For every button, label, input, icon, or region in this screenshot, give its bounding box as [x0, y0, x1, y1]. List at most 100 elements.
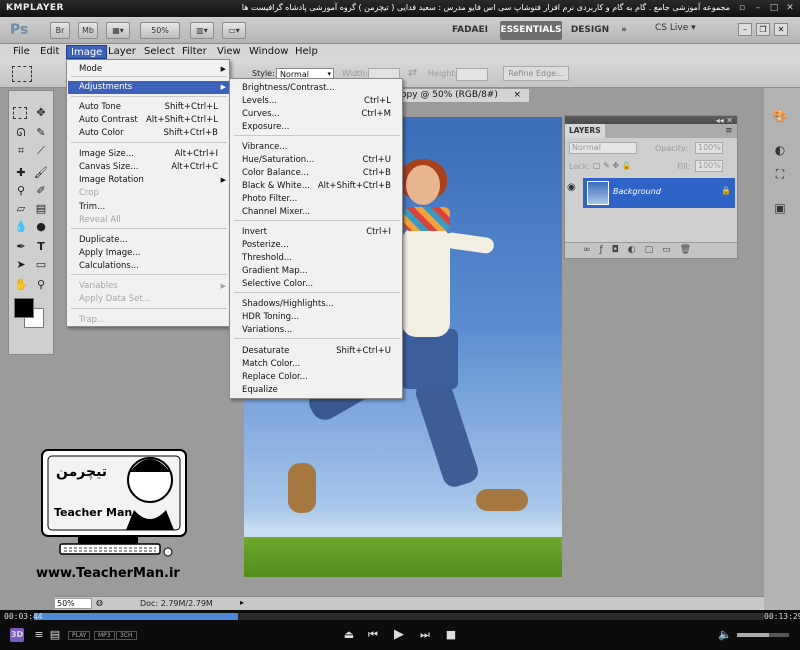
arrange-documents-button[interactable]: ▥▾	[190, 22, 214, 39]
foreground-color-overlay[interactable]	[14, 298, 34, 318]
volume-icon[interactable]: 🔈	[718, 628, 732, 642]
kmp-minimize-icon[interactable]: –	[752, 3, 764, 14]
menu-file[interactable]: File	[9, 45, 34, 59]
next-icon[interactable]: ⏭	[418, 628, 432, 642]
menu-select[interactable]: Select	[140, 45, 179, 59]
layer-footer-icons[interactable]: ∞ƒ◘◐▢▭🗑	[583, 245, 700, 255]
document-close-icon[interactable]: ×	[513, 89, 521, 102]
image-menu-item-image-rotation[interactable]: Image Rotation ▶	[68, 174, 230, 187]
workspace-more-button[interactable]: »	[614, 21, 634, 40]
volume-slider[interactable]	[737, 633, 789, 637]
screen-mode-button[interactable]: ▭▾	[222, 22, 246, 39]
stop-icon[interactable]: ■	[444, 628, 458, 642]
adjustments-item-channel-mixer[interactable]: Channel Mixer...	[231, 206, 403, 219]
adjustments-item-vibrance[interactable]: Vibrance...	[231, 141, 403, 154]
adjustments-item-black-white[interactable]: Black & White... Alt+Shift+Ctrl+B	[231, 180, 403, 193]
mini-bridge-dock-icon[interactable]: ▣	[772, 200, 788, 216]
adjustments-item-variations[interactable]: Variations...	[231, 324, 403, 337]
menu-image[interactable]: Image	[66, 45, 108, 59]
adjustments-item-desaturate[interactable]: Desaturate Shift+Ctrl+U	[231, 345, 403, 358]
marquee-tool-icon[interactable]	[13, 107, 27, 119]
image-menu-item-auto-contrast[interactable]: Auto Contrast Alt+Shift+Ctrl+L	[68, 114, 230, 127]
bridge-button[interactable]: Br	[50, 22, 70, 39]
3d-mode-button[interactable]: 3D	[10, 628, 24, 642]
gradient-tool-icon[interactable]: ▤	[33, 201, 49, 217]
menu-help[interactable]: Help	[291, 45, 322, 59]
dodge-tool-icon[interactable]: ●	[33, 219, 49, 235]
image-menu-item-duplicate[interactable]: Duplicate...	[68, 234, 230, 247]
height-field[interactable]	[456, 68, 488, 81]
image-menu-item-calculations[interactable]: Calculations...	[68, 260, 230, 273]
ps-minimize-icon[interactable]: –	[738, 23, 752, 36]
move-tool-icon[interactable]: ✥	[33, 105, 49, 121]
masks-dock-icon[interactable]: ⛶	[772, 166, 788, 182]
image-menu-item-trim[interactable]: Trim...	[68, 201, 230, 214]
kmp-maximize-icon[interactable]: □	[768, 3, 780, 14]
type-tool-icon[interactable]: T	[33, 239, 49, 255]
zoom-field[interactable]: 50%	[54, 598, 92, 609]
ps-restore-icon[interactable]: ❐	[756, 23, 770, 36]
adjustments-item-shadows-highlights[interactable]: Shadows/Highlights...	[231, 298, 403, 311]
adjustments-dock-icon[interactable]: ◐	[772, 142, 788, 158]
adjustments-item-equalize[interactable]: Equalize	[231, 384, 403, 397]
zoom-level-select[interactable]: 50%	[140, 22, 180, 39]
adjustments-item-exposure[interactable]: Exposure...	[231, 121, 403, 134]
layers-panel-menu-icon[interactable]: ≡	[725, 126, 733, 136]
cs-live-button[interactable]: CS Live ▾	[655, 23, 696, 33]
menu-layer[interactable]: Layer	[104, 45, 140, 59]
mini-bridge-button[interactable]: Mb	[78, 22, 98, 39]
hand-tool-icon[interactable]: ✋	[13, 277, 29, 293]
blend-mode-select[interactable]: Normal	[569, 142, 637, 154]
adjustments-item-match-color[interactable]: Match Color...	[231, 358, 403, 371]
eraser-tool-icon[interactable]: ▱	[13, 201, 29, 217]
status-preview-icon[interactable]: ◍	[96, 598, 103, 607]
opacity-value[interactable]: 100%	[695, 142, 723, 154]
menu-view[interactable]: View	[213, 45, 245, 59]
menu-filter[interactable]: Filter	[178, 45, 211, 59]
image-menu-item-auto-tone[interactable]: Auto Tone Shift+Ctrl+L	[68, 101, 230, 114]
seek-bar[interactable]	[34, 613, 764, 620]
layers-tab[interactable]: LAYERS	[565, 124, 605, 138]
workspace-essentials[interactable]: ESSENTIALS	[500, 21, 562, 40]
ps-close-icon[interactable]: ✕	[774, 23, 788, 36]
swap-icon[interactable]: ⇄	[408, 66, 417, 79]
adjustments-item-brightness-contrast[interactable]: Brightness/Contrast...	[231, 82, 403, 95]
shape-tool-icon[interactable]: ▭	[33, 257, 49, 273]
workspace-fadaei[interactable]: FADAEI	[452, 21, 488, 40]
marquee-preset-icon[interactable]	[12, 66, 32, 82]
image-menu-item-image-size[interactable]: Image Size... Alt+Ctrl+I	[68, 148, 230, 161]
capture-icon[interactable]: ▤	[48, 628, 62, 642]
kmp-pin-icon[interactable]: ▫	[736, 3, 748, 14]
adjustments-item-photo-filter[interactable]: Photo Filter...	[231, 193, 403, 206]
image-menu-item-auto-color[interactable]: Auto Color Shift+Ctrl+B	[68, 127, 230, 140]
image-menu-item-mode[interactable]: Mode ▶	[68, 63, 230, 76]
background-layer-row[interactable]: Background 🔒	[583, 178, 735, 208]
history-brush-icon[interactable]: ✐	[33, 183, 49, 199]
adjustments-item-gradient-map[interactable]: Gradient Map...	[231, 265, 403, 278]
play-icon[interactable]: ▶	[392, 628, 406, 642]
pen-tool-icon[interactable]: ✒	[13, 239, 29, 255]
layer-visibility-eye-icon[interactable]: ◉	[567, 182, 576, 193]
adjustments-item-levels[interactable]: Levels... Ctrl+L	[231, 95, 403, 108]
menu-window[interactable]: Window	[245, 45, 292, 59]
workspace-design[interactable]: DESIGN	[570, 21, 610, 40]
blur-tool-icon[interactable]: 💧	[13, 219, 29, 235]
eyedropper-tool-icon[interactable]: ⟋	[33, 143, 49, 159]
menu-icon[interactable]: ≡	[32, 628, 46, 642]
adjustments-item-invert[interactable]: Invert Ctrl+I	[231, 226, 403, 239]
adjustments-item-color-balance[interactable]: Color Balance... Ctrl+B	[231, 167, 403, 180]
adjustments-item-hdr-toning[interactable]: HDR Toning...	[231, 311, 403, 324]
lasso-tool-icon[interactable]: ᘏ	[13, 125, 29, 141]
adjustments-item-hue-saturation[interactable]: Hue/Saturation... Ctrl+U	[231, 154, 403, 167]
adjustments-item-threshold[interactable]: Threshold...	[231, 252, 403, 265]
path-selection-icon[interactable]: ➤	[13, 257, 29, 273]
clone-stamp-icon[interactable]: ⚲	[13, 183, 29, 199]
lock-icons[interactable]: ▢ ✎ ✥ 🔒	[593, 161, 632, 170]
quick-select-icon[interactable]: ✎	[33, 125, 49, 141]
adjustments-item-curves[interactable]: Curves... Ctrl+M	[231, 108, 403, 121]
image-menu-item-adjustments[interactable]: Adjustments ▶	[68, 81, 230, 94]
status-arrow-icon[interactable]: ▸	[240, 598, 244, 607]
eject-icon[interactable]: ⏏	[342, 628, 356, 642]
adjustments-item-replace-color[interactable]: Replace Color...	[231, 371, 403, 384]
menu-edit[interactable]: Edit	[36, 45, 63, 59]
